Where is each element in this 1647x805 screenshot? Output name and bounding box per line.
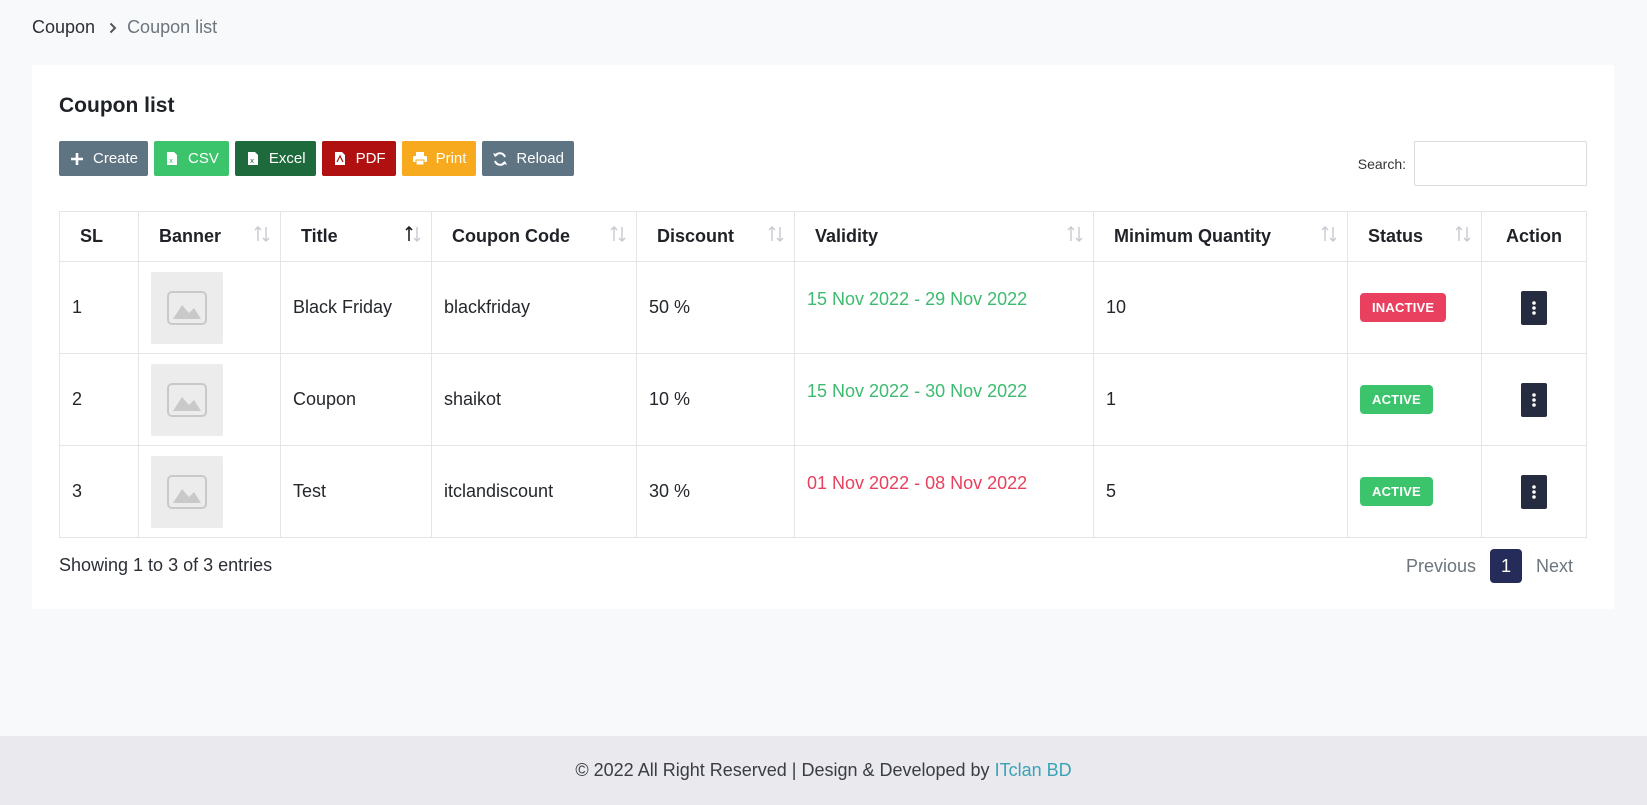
vertical-dots-icon — [1532, 392, 1536, 407]
more-options-button[interactable] — [1521, 474, 1547, 509]
pagination: Previous 1 Next — [1392, 549, 1587, 583]
search-label: Search: — [1357, 155, 1406, 172]
print-button[interactable]: Print — [401, 141, 477, 176]
cell-action — [1481, 445, 1587, 538]
csv-file-icon: x — [164, 151, 180, 167]
next-page-button[interactable]: Next — [1522, 550, 1587, 583]
csv-button-label: CSV — [188, 150, 219, 167]
print-button-label: Print — [435, 150, 467, 167]
previous-page-button[interactable]: Previous — [1392, 550, 1490, 583]
coupon-list-card: Coupon list Create x CSV x Excel PDF Pri… — [32, 65, 1614, 609]
sort-icon — [1455, 225, 1471, 248]
cell-discount: 30 % — [636, 445, 795, 538]
reload-button[interactable]: Reload — [482, 141, 574, 176]
more-options-button[interactable] — [1521, 382, 1547, 417]
svg-text:x: x — [250, 157, 254, 165]
more-options-button[interactable] — [1521, 290, 1547, 325]
search-area: Search: — [1358, 141, 1587, 186]
cell-sl: 2 — [59, 353, 139, 446]
cell-sl: 1 — [59, 261, 139, 354]
page-1-button[interactable]: 1 — [1489, 549, 1522, 583]
column-header-status[interactable]: Status — [1347, 211, 1482, 262]
cell-minimum-quantity: 10 — [1093, 261, 1348, 354]
toolbar: Create x CSV x Excel PDF Print Reload — [59, 141, 574, 176]
pdf-button[interactable]: PDF — [321, 141, 396, 176]
vertical-dots-icon — [1532, 300, 1536, 315]
table-row: 3 Test itclandiscount 30 % 01 Nov 2022 -… — [59, 445, 1587, 538]
table-row: 1 Black Friday blackfriday 50 % 15 Nov 2… — [59, 261, 1587, 354]
column-header-discount[interactable]: Discount — [636, 211, 795, 262]
cell-validity: 15 Nov 2022 - 30 Nov 2022 — [794, 353, 1094, 446]
cell-discount: 10 % — [636, 353, 795, 446]
cell-banner — [138, 445, 281, 538]
create-button-label: Create — [93, 150, 139, 167]
reload-button-label: Reload — [516, 150, 564, 167]
cell-status: ACTIVE — [1347, 445, 1482, 538]
table-row: 2 Coupon shaikot 10 % 15 Nov 2022 - 30 N… — [59, 353, 1587, 446]
column-header-validity[interactable]: Validity — [794, 211, 1094, 262]
status-badge: INACTIVE — [1360, 293, 1447, 322]
sort-icon — [254, 225, 270, 248]
column-header-action: Action — [1481, 211, 1587, 262]
refresh-icon — [492, 151, 508, 167]
sort-icon — [768, 225, 784, 248]
sort-icon — [1321, 225, 1337, 248]
cell-title: Test — [280, 445, 432, 538]
breadcrumb-current: Coupon list — [127, 17, 218, 37]
breadcrumb: Coupon Coupon list — [32, 17, 217, 38]
cell-action — [1481, 261, 1587, 354]
table-info: Showing 1 to 3 of 3 entries — [59, 555, 273, 575]
column-header-title[interactable]: Title — [280, 211, 432, 262]
column-header-minimum-quantity[interactable]: Minimum Quantity — [1093, 211, 1348, 262]
cell-action — [1481, 353, 1587, 446]
breadcrumb-root-link[interactable]: Coupon — [32, 17, 95, 38]
image-placeholder-icon — [151, 455, 223, 528]
search-input[interactable] — [1414, 141, 1587, 186]
pdf-file-icon — [332, 151, 348, 167]
sort-ascending-icon — [405, 225, 421, 248]
cell-status: INACTIVE — [1347, 261, 1482, 354]
sort-icon — [610, 225, 626, 248]
svg-text:x: x — [169, 157, 173, 165]
cell-minimum-quantity: 1 — [1093, 353, 1348, 446]
cell-discount: 50 % — [636, 261, 795, 354]
image-placeholder-icon — [151, 363, 223, 436]
table-header-row: SL Banner Title Coupon Code Discount Val… — [59, 211, 1587, 262]
cell-coupon-code: blackfriday — [431, 261, 637, 354]
column-header-coupon-code[interactable]: Coupon Code — [431, 211, 637, 262]
cell-validity: 01 Nov 2022 - 08 Nov 2022 — [794, 445, 1094, 538]
plus-icon — [69, 151, 85, 167]
footer: © 2022 All Right Reserved | Design & Dev… — [0, 736, 1647, 805]
cell-banner — [138, 261, 281, 354]
column-header-banner[interactable]: Banner — [138, 211, 281, 262]
printer-icon — [412, 151, 428, 167]
create-button[interactable]: Create — [59, 141, 149, 176]
pdf-button-label: PDF — [355, 150, 386, 167]
cell-title: Coupon — [280, 353, 432, 446]
image-placeholder-icon — [151, 271, 223, 344]
cell-coupon-code: itclandiscount — [431, 445, 637, 538]
cell-coupon-code: shaikot — [431, 353, 637, 446]
status-badge: ACTIVE — [1360, 477, 1433, 506]
sort-icon — [1067, 225, 1083, 248]
status-badge: ACTIVE — [1360, 385, 1433, 414]
card-title: Coupon list — [59, 94, 175, 117]
coupon-table: SL Banner Title Coupon Code Discount Val… — [59, 211, 1587, 538]
column-header-sl[interactable]: SL — [59, 211, 139, 262]
cell-banner — [138, 353, 281, 446]
cell-title: Black Friday — [280, 261, 432, 354]
cell-validity: 15 Nov 2022 - 29 Nov 2022 — [794, 261, 1094, 354]
vertical-dots-icon — [1532, 484, 1536, 499]
excel-button-label: Excel — [268, 150, 306, 167]
csv-button[interactable]: x CSV — [154, 141, 229, 176]
footer-brand-link[interactable]: ITclan BD — [995, 760, 1072, 781]
excel-button[interactable]: x Excel — [234, 141, 316, 176]
chevron-right-icon — [109, 22, 117, 34]
cell-minimum-quantity: 5 — [1093, 445, 1348, 538]
cell-status: ACTIVE — [1347, 353, 1482, 446]
footer-text: © 2022 All Right Reserved | Design & Dev… — [575, 760, 990, 780]
excel-file-icon: x — [245, 151, 261, 167]
cell-sl: 3 — [59, 445, 139, 538]
